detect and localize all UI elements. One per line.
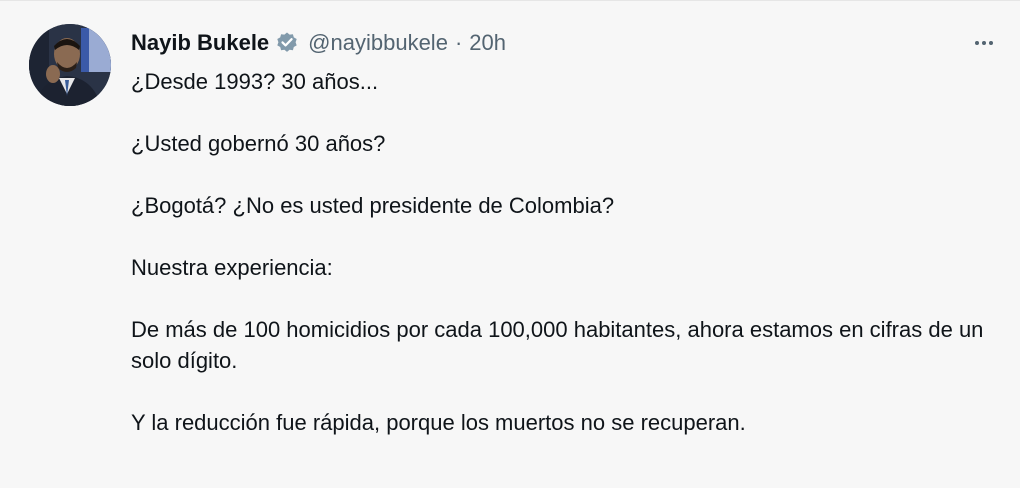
more-options-icon[interactable]: [970, 29, 998, 57]
tweet-paragraph: Nuestra experiencia:: [131, 255, 333, 280]
avatar-photo: [29, 24, 111, 106]
author-name[interactable]: Nayib Bukele: [131, 30, 269, 56]
tweet-paragraph: Y la reducción fue rápida, porque los mu…: [131, 410, 746, 435]
tweet-text: ¿Desde 1993? 30 años... ¿Usted gobernó 3…: [131, 66, 1001, 438]
tweet-paragraph: ¿Usted gobernó 30 años?: [131, 131, 386, 156]
verified-badge-icon: [275, 31, 299, 55]
dot-2: [982, 41, 986, 45]
tweet-paragraph: ¿Desde 1993? 30 años...: [131, 69, 379, 94]
avatar[interactable]: [29, 24, 111, 106]
dot-1: [975, 41, 979, 45]
tweet-paragraph: ¿Bogotá? ¿No es usted presidente de Colo…: [131, 193, 615, 218]
tweet-card[interactable]: Nayib Bukele @nayibbukele · 20h ¿Desde 1…: [0, 0, 1020, 488]
tweet-paragraph: De más de 100 homicidios por cada 100,00…: [131, 317, 984, 373]
dot-3: [989, 41, 993, 45]
author-handle[interactable]: @nayibbukele: [308, 30, 448, 56]
separator-dot: ·: [454, 30, 463, 55]
tweet-timestamp[interactable]: 20h: [469, 30, 506, 56]
tweet-header: Nayib Bukele @nayibbukele · 20h: [131, 27, 506, 59]
